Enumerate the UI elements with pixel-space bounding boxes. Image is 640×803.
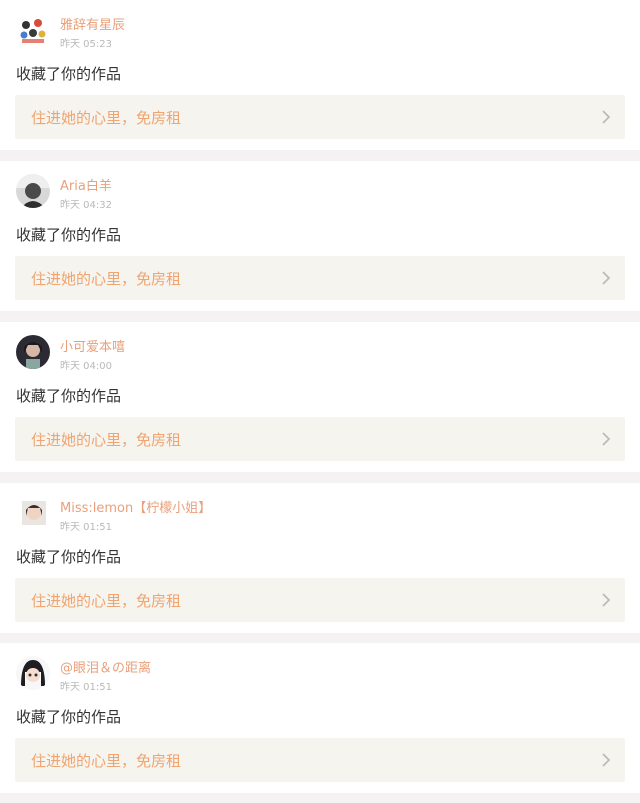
username[interactable]: 雅辞有星辰 <box>60 14 125 33</box>
username[interactable]: 小可爱本嘻 <box>60 336 125 355</box>
chevron-right-icon <box>602 271 611 285</box>
chevron-right-icon <box>602 432 611 446</box>
promo-label: 住进她的心里，免房租 <box>31 431 182 449</box>
timestamp: 昨天 01:51 <box>60 522 112 533</box>
timestamp: 昨天 05:23 <box>60 39 112 50</box>
chevron-right-icon <box>602 753 611 767</box>
action-text: 收藏了你的作品 <box>16 387 122 405</box>
action-text: 收藏了你的作品 <box>16 65 122 83</box>
notification-feed: 雅辞有星辰 昨天 05:23 收藏了你的作品 住进她的心里，免房租 Aria白羊… <box>0 0 640 803</box>
promo-label: 住进她的心里，免房租 <box>31 109 182 127</box>
chevron-right-icon <box>602 110 611 124</box>
timestamp: 昨天 04:32 <box>60 200 112 211</box>
chevron-right-icon <box>602 593 611 607</box>
username[interactable]: Aria白羊 <box>60 175 112 194</box>
notification-card: 小可爱本嘻 昨天 04:00 收藏了你的作品 住进她的心里，免房租 <box>0 322 640 472</box>
anime-girl-avatar-icon[interactable] <box>16 656 50 690</box>
notification-card: Aria白羊 昨天 04:32 收藏了你的作品 住进她的心里，免房租 <box>0 161 640 311</box>
promo-banner[interactable]: 住进她的心里，免房租 <box>15 256 625 300</box>
promo-banner[interactable]: 住进她的心里，免房租 <box>15 578 625 622</box>
promo-banner[interactable]: 住进她的心里，免房租 <box>15 95 625 139</box>
promo-label: 住进她的心里，免房租 <box>31 752 182 770</box>
notification-card: @眼泪＆の距离 昨天 01:51 收藏了你的作品 住进她的心里，免房租 <box>0 643 640 793</box>
action-text: 收藏了你的作品 <box>16 708 122 726</box>
grayscale-photo-avatar-icon[interactable] <box>16 174 50 208</box>
timestamp: 昨天 04:00 <box>60 361 112 372</box>
dark-photo-avatar-icon[interactable] <box>16 335 50 369</box>
action-text: 收藏了你的作品 <box>16 226 122 244</box>
username[interactable]: Miss:lemon【柠檬小姐】 <box>60 497 211 516</box>
notification-card: 雅辞有星辰 昨天 05:23 收藏了你的作品 住进她的心里，免房租 <box>0 0 640 150</box>
promo-label: 住进她的心里，免房租 <box>31 270 182 288</box>
promo-label: 住进她的心里，免房租 <box>31 592 182 610</box>
action-text: 收藏了你的作品 <box>16 548 122 566</box>
girl-photo-avatar-icon[interactable] <box>16 496 50 530</box>
promo-banner[interactable]: 住进她的心里，免房租 <box>15 417 625 461</box>
username[interactable]: @眼泪＆の距离 <box>60 657 151 676</box>
timestamp: 昨天 01:51 <box>60 682 112 693</box>
notification-card: Miss:lemon【柠檬小姐】 昨天 01:51 收藏了你的作品 住进她的心里… <box>0 483 640 633</box>
cartoon-group-avatar-icon[interactable] <box>16 13 50 47</box>
promo-banner[interactable]: 住进她的心里，免房租 <box>15 738 625 782</box>
